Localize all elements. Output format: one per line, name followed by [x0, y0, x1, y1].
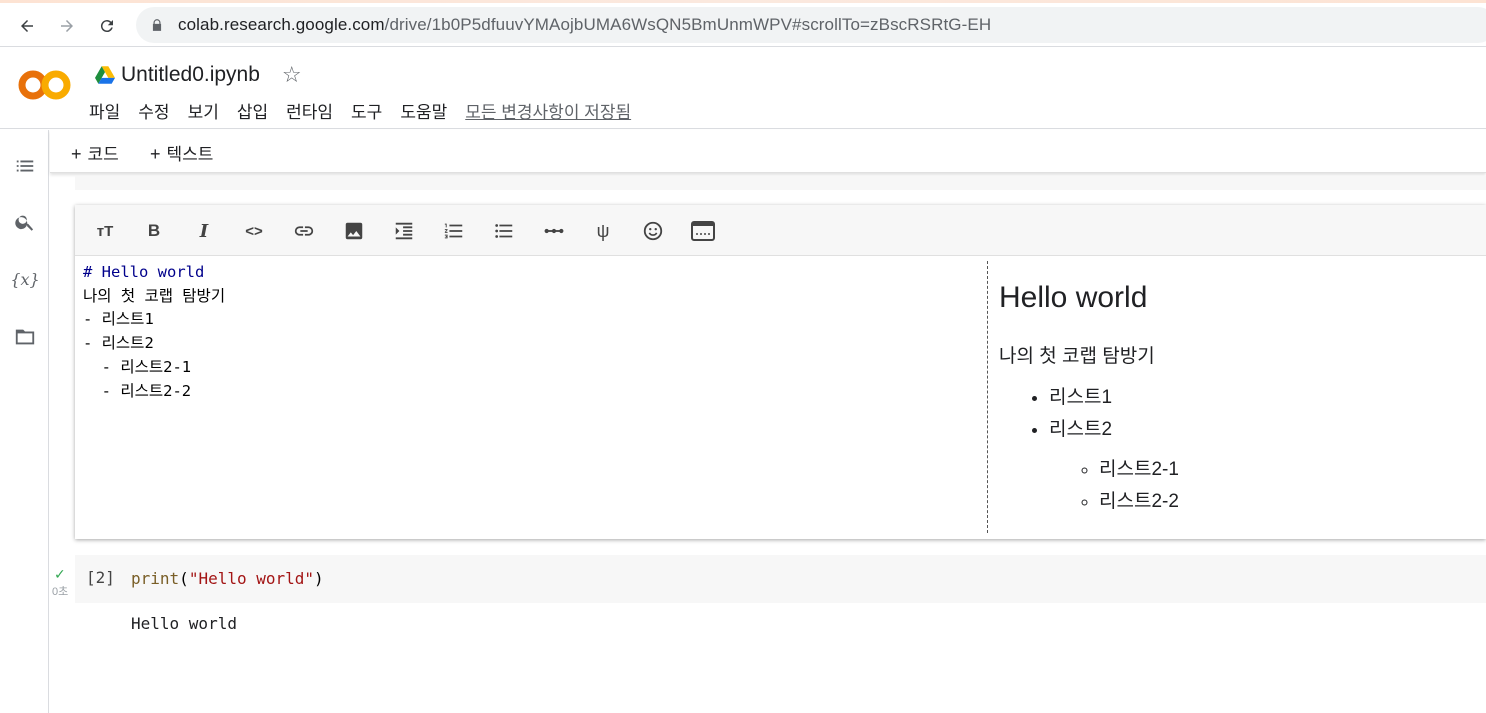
numbered-list-icon[interactable] — [441, 218, 467, 244]
text-cell[interactable]: тT B I <> ψ # Hello world 나의 첫 코랩 탐방기 - 리스… — [75, 205, 1486, 539]
source-line: - 리스트2-1 — [83, 357, 192, 376]
preview-list: 리스트1 리스트2 리스트2-1 리스트2-2 — [1049, 382, 1479, 518]
notebook-title[interactable]: Untitled0.ipynb — [121, 63, 260, 87]
reload-icon[interactable] — [92, 11, 122, 41]
notebook-header: Untitled0.ipynb ☆ 파일 수정 보기 삽입 런타임 도구 도움말… — [0, 48, 1486, 129]
bold-icon[interactable]: B — [141, 218, 167, 244]
cell-add-toolbar: + 코드 + 텍스트 — [50, 130, 1486, 173]
list-item: 리스트1 — [1049, 382, 1479, 414]
code-icon[interactable]: <> — [241, 218, 267, 244]
menu-edit[interactable]: 수정 — [138, 98, 169, 123]
bulleted-list-icon[interactable] — [491, 218, 517, 244]
editor-preview-divider — [987, 261, 988, 533]
italic-icon[interactable]: I — [191, 218, 217, 244]
menu-help[interactable]: 도움말 — [400, 98, 447, 123]
markdown-editor[interactable]: # Hello world 나의 첫 코랩 탐방기 - 리스트1 - 리스트2 - 리… — [83, 261, 983, 531]
link-icon[interactable] — [291, 218, 317, 244]
cell-output: Hello world — [131, 614, 237, 633]
markdown-preview: Hello world 나의 첫 코랩 탐방기 리스트1 리스트2 리스트2-1… — [999, 261, 1479, 531]
preview-sublist: 리스트2-1 리스트2-2 — [1099, 454, 1479, 518]
forward-arrow-icon[interactable] — [52, 11, 82, 41]
folder-icon[interactable] — [13, 325, 37, 349]
previous-cell-edge — [75, 176, 1486, 190]
list-item: 리스트2-1 — [1099, 454, 1479, 486]
heading-icon[interactable]: тT — [92, 218, 118, 244]
save-status-link[interactable]: 모든 변경사항이 저장됨 — [465, 98, 631, 123]
menu-bar: 파일 수정 보기 삽입 런타임 도구 도움말 모든 변경사항이 저장됨 — [89, 98, 649, 123]
colab-logo-icon[interactable] — [18, 68, 72, 102]
menu-file[interactable]: 파일 — [89, 98, 120, 123]
add-code-button[interactable]: + 코드 — [71, 140, 119, 165]
execution-count[interactable]: [2] — [86, 568, 115, 587]
menu-insert[interactable]: 삽입 — [237, 98, 268, 123]
list-item: 리스트2-2 — [1099, 486, 1479, 518]
variables-icon[interactable]: {𝑥} — [10, 267, 39, 291]
source-line: - 리스트2-2 — [83, 381, 192, 400]
source-line: - 리스트2 — [83, 334, 154, 353]
star-icon[interactable]: ☆ — [282, 62, 302, 88]
menu-view[interactable]: 보기 — [188, 98, 219, 123]
latex-psi-icon[interactable]: ψ — [590, 218, 616, 244]
preview-paragraph: 나의 첫 코랩 탐방기 — [999, 346, 1155, 367]
horizontal-rule-icon[interactable] — [541, 218, 567, 244]
execution-time: 0초 — [52, 586, 69, 598]
preview-layout-icon[interactable] — [690, 218, 716, 244]
back-arrow-icon[interactable] — [12, 11, 42, 41]
address-bar[interactable]: colab.research.google.com/drive/1b0P5dfu… — [136, 7, 1486, 43]
source-line: # Hello world — [83, 263, 205, 281]
menu-runtime[interactable]: 런타임 — [286, 98, 333, 123]
image-icon[interactable] — [341, 218, 367, 244]
source-line: - 리스트1 — [83, 310, 154, 329]
formatting-toolbar: тT B I <> ψ — [75, 205, 1486, 256]
lock-icon — [152, 19, 162, 31]
emoji-icon[interactable] — [640, 218, 666, 244]
source-line: 나의 첫 코랩 탐방기 — [83, 286, 226, 305]
table-of-contents-icon[interactable] — [13, 154, 37, 178]
left-sidebar: {𝑥} — [0, 130, 49, 713]
browser-toolbar: colab.research.google.com/drive/1b0P5dfu… — [0, 3, 1486, 47]
url-text: colab.research.google.com/drive/1b0P5dfu… — [178, 15, 992, 34]
menu-tools[interactable]: 도구 — [351, 98, 382, 123]
list-item: 리스트2 리스트2-1 리스트2-2 — [1049, 414, 1479, 518]
add-text-button[interactable]: + 텍스트 — [150, 140, 213, 165]
preview-heading: Hello world — [999, 281, 1148, 314]
execution-success-check-icon: ✓ — [54, 566, 66, 582]
code-editor[interactable]: print("Hello world") — [131, 569, 324, 588]
indent-icon[interactable] — [391, 218, 417, 244]
google-drive-icon — [95, 66, 115, 84]
search-icon[interactable] — [13, 210, 37, 234]
